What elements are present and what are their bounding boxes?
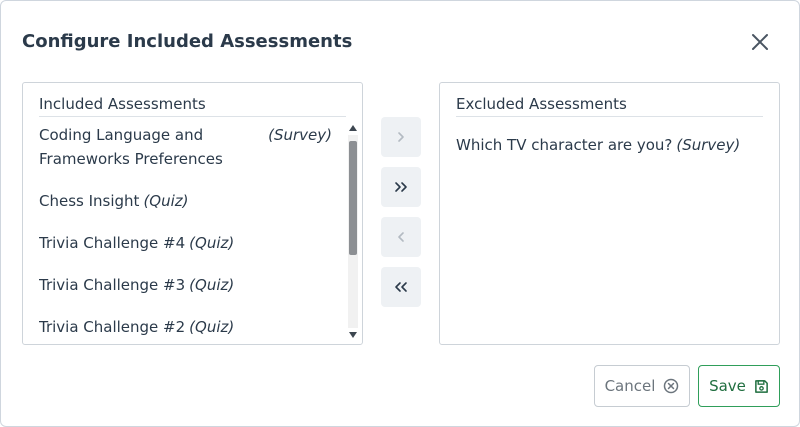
excluded-header: Excluded Assessments: [456, 95, 763, 117]
double-chevron-left-icon: [395, 282, 407, 292]
included-list[interactable]: Coding Language and Frameworks Preferenc…: [39, 123, 332, 344]
list-item[interactable]: Trivia Challenge #3 (Quiz): [39, 273, 332, 297]
list-item[interactable]: Which TV character are you? (Survey): [456, 133, 763, 157]
move-all-right-button[interactable]: [381, 167, 421, 207]
list-item[interactable]: Trivia Challenge #4 (Quiz): [39, 231, 332, 255]
included-scrollbar[interactable]: [348, 123, 358, 340]
dialog-title: Configure Included Assessments: [22, 31, 353, 52]
circle-x-icon: [664, 378, 679, 394]
configure-assessments-dialog: Configure Included Assessments Included …: [0, 0, 800, 427]
scroll-thumb[interactable]: [349, 141, 357, 255]
item-type: (Quiz): [189, 234, 235, 252]
item-type: (Quiz): [189, 276, 235, 294]
chevron-left-icon: [398, 232, 404, 242]
scroll-down-arrow-icon[interactable]: [349, 332, 357, 338]
item-type: (Survey): [676, 136, 741, 154]
close-button[interactable]: [749, 31, 771, 53]
list-item[interactable]: Trivia Challenge #2 (Quiz): [39, 315, 332, 339]
item-name: Trivia Challenge #4: [39, 234, 186, 252]
item-name: Chess Insight: [39, 192, 140, 210]
list-item[interactable]: Chess Insight (Quiz): [39, 189, 332, 213]
close-icon: [752, 34, 768, 50]
save-button[interactable]: Save: [698, 365, 780, 407]
double-chevron-right-icon: [395, 182, 407, 192]
save-label: Save: [709, 377, 746, 395]
included-assessments-panel: Included Assessments Coding Language and…: [22, 82, 363, 345]
item-name: Trivia Challenge #2: [39, 318, 186, 336]
move-right-button[interactable]: [381, 117, 421, 157]
item-name: Coding Language and Frameworks Preferenc…: [39, 126, 223, 168]
excluded-list[interactable]: Which TV character are you? (Survey): [456, 133, 763, 175]
move-left-button[interactable]: [381, 217, 421, 257]
cancel-label: Cancel: [604, 377, 656, 395]
included-header: Included Assessments: [39, 95, 346, 117]
item-type: (Quiz): [189, 318, 235, 336]
scroll-up-arrow-icon[interactable]: [349, 125, 357, 131]
floppy-disk-icon: [755, 379, 768, 393]
cancel-button[interactable]: Cancel: [594, 365, 690, 407]
item-type: (Quiz): [143, 192, 189, 210]
chevron-right-icon: [398, 132, 404, 142]
move-all-left-button[interactable]: [381, 267, 421, 307]
list-item[interactable]: Coding Language and Frameworks Preferenc…: [39, 123, 332, 171]
item-name: Which TV character are you?: [456, 136, 673, 154]
excluded-assessments-panel: Excluded Assessments Which TV character …: [439, 82, 780, 345]
item-name: Trivia Challenge #3: [39, 276, 186, 294]
item-type: (Survey): [268, 126, 332, 144]
